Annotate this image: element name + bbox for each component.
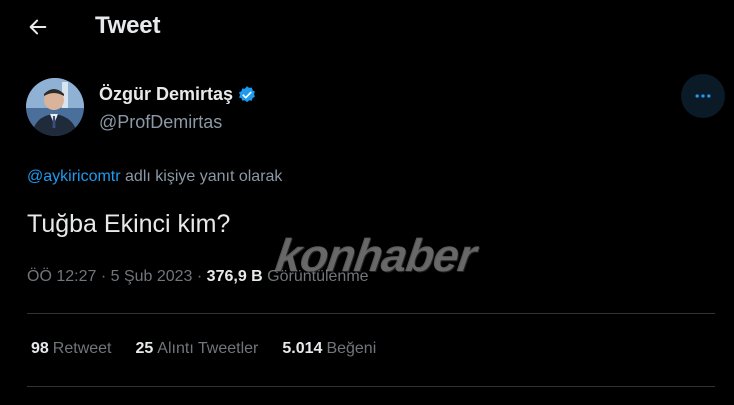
views-count: 376,9 B (206, 268, 263, 285)
more-options-button[interactable] (681, 74, 725, 118)
like-label: Beğeni (326, 340, 377, 357)
more-horizontal-icon (695, 94, 711, 98)
arrow-left-icon (29, 19, 47, 35)
tweet-time[interactable]: ÖÖ 12:27 (27, 268, 96, 285)
retweet-label: Retweet (52, 340, 112, 357)
views-label: Görüntülenme (262, 268, 369, 285)
reply-mention-link[interactable]: @aykiricomtr (27, 168, 121, 185)
reply-context: @aykiricomtr adlı kişiye yanıt olarak (27, 168, 282, 186)
author-name-text: Özgür Demirtaş (99, 84, 234, 104)
divider (27, 386, 715, 387)
reply-suffix: adlı kişiye yanıt olarak (120, 168, 283, 185)
tweet-header: Tweet (0, 0, 734, 54)
tweet-text: Tuğba Ekinci kim? (27, 210, 231, 238)
quote-count: 25 (135, 340, 154, 357)
tweet-stats: 98 Retweet 25 Alıntı Tweetler 5.014 Beğeni (31, 340, 376, 358)
divider (27, 313, 715, 314)
meta-separator: · (192, 268, 207, 285)
avatar[interactable] (26, 78, 84, 136)
retweet-count: 98 (31, 340, 49, 357)
quote-tweet-stat[interactable]: 25 Alıntı Tweetler (136, 340, 259, 358)
author-name[interactable]: Özgür Demirtaş (99, 84, 257, 105)
verified-badge-icon (239, 85, 255, 102)
meta-separator: · (96, 268, 111, 285)
back-button[interactable] (22, 11, 54, 43)
tweet-meta: ÖÖ 12:27 · 5 Şub 2023 · 376,9 B Görüntül… (27, 268, 369, 286)
retweet-stat[interactable]: 98 Retweet (31, 340, 112, 358)
quote-label: Alıntı Tweetler (157, 340, 259, 357)
tweet-date[interactable]: 5 Şub 2023 (111, 268, 193, 285)
author-handle[interactable]: @ProfDemirtas (99, 112, 222, 133)
like-stat[interactable]: 5.014 Beğeni (282, 340, 376, 358)
like-count: 5.014 (282, 340, 323, 357)
page-title: Tweet (95, 12, 161, 39)
